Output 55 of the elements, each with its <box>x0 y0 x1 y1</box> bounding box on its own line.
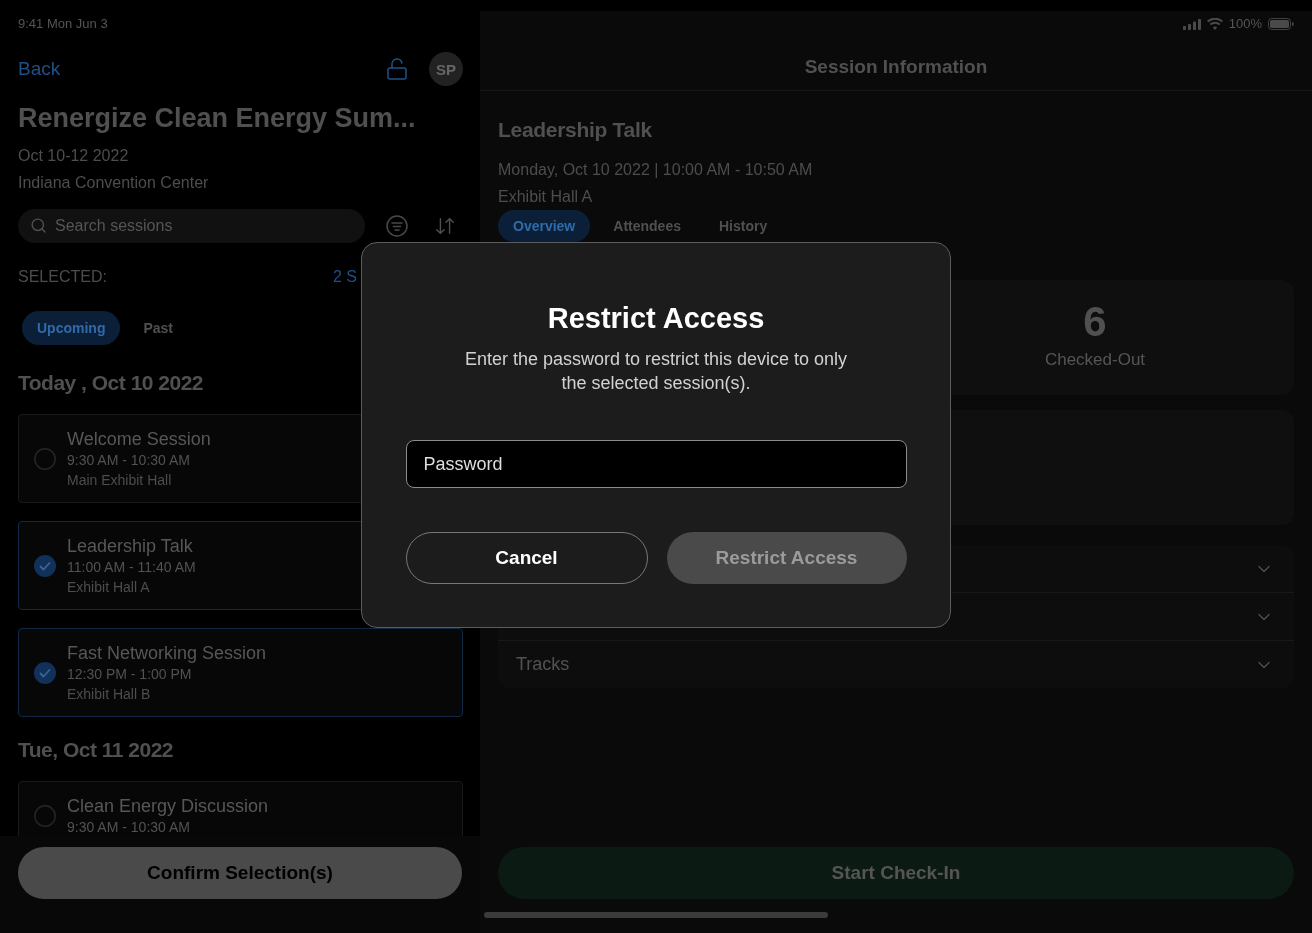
selection-checkbox[interactable] <box>34 447 56 470</box>
tab[interactable]: History <box>703 210 783 242</box>
sort-button[interactable] <box>434 215 456 237</box>
unlocked-padlock-icon[interactable] <box>385 57 409 81</box>
session-heading: Leadership Talk <box>498 117 652 143</box>
tab[interactable]: Attendees <box>598 210 696 242</box>
session-schedule: Monday, Oct 10 2022 | 10:00 AM - 10:50 AM <box>498 160 813 180</box>
back-link[interactable]: Back <box>18 57 61 81</box>
stat-label: Checked-Out <box>1044 349 1146 371</box>
session-card[interactable]: Clean Energy Discussion 9:30 AM - 10:30 AM <box>18 781 463 836</box>
selection-checkbox[interactable] <box>34 554 56 577</box>
session-time: 11:00 AM - 11:40 AM <box>67 558 196 576</box>
wifi-icon <box>1206 18 1223 30</box>
session-card[interactable]: Fast Networking Session 12:30 PM - 1:00 PM Exhibit Hall B <box>18 628 463 717</box>
dialog-title: Restrict Access <box>547 301 765 335</box>
sort-arrows-icon <box>434 215 456 237</box>
session-title: Leadership Talk <box>67 535 193 557</box>
stat-value: 6 <box>1083 298 1107 346</box>
session-location: Main Exhibit Hall <box>67 471 172 489</box>
session-title: Fast Networking Session <box>67 642 267 664</box>
session-title: Welcome Session <box>67 428 211 450</box>
session-title: Clean Energy Discussion <box>67 795 269 817</box>
filter-button[interactable] <box>386 215 408 237</box>
session-location: Exhibit Hall A <box>67 578 150 596</box>
event-title: Renergize Clean Energy Sum... <box>18 102 416 135</box>
selected-count: 2 S <box>333 267 357 287</box>
status-time: 9:41 Mon Jun 3 <box>18 16 108 32</box>
selected-label: SELECTED: <box>18 267 107 287</box>
event-venue: Indiana Convention Center <box>18 173 209 193</box>
session-time: 9:30 AM - 10:30 AM <box>67 451 190 469</box>
session-time: 12:30 PM - 1:00 PM <box>67 665 192 683</box>
dialog-message: Enter the password to restrict this device to only the selected session(s). <box>463 348 849 395</box>
day-heading: Today , Oct 10 2022 <box>18 370 204 396</box>
confirm-button[interactable]: Confirm Selection(s) <box>18 847 462 899</box>
start-check-in-button[interactable]: Start Check-In <box>498 847 1294 899</box>
battery-icon <box>1268 18 1294 30</box>
selection-checkbox[interactable] <box>34 661 56 684</box>
panel-title: Session Information <box>804 55 988 78</box>
filter-tab[interactable]: Upcoming <box>22 311 121 345</box>
signal-icon <box>1182 18 1201 30</box>
session-time: 9:30 AM - 10:30 AM <box>67 818 190 836</box>
section-label[interactable]: Tracks <box>516 654 570 675</box>
filter-tab[interactable]: Past <box>128 311 189 345</box>
search-field[interactable]: Search sessions <box>18 209 365 243</box>
filter-icon <box>386 215 408 237</box>
day-heading: Tue, Oct 11 2022 <box>18 737 174 763</box>
search-icon <box>30 217 47 234</box>
event-dates: Oct 10-12 2022 <box>18 146 129 166</box>
session-room: Exhibit Hall A <box>498 187 593 207</box>
selection-checkbox[interactable] <box>34 804 56 827</box>
tab[interactable]: Overview <box>498 210 591 242</box>
avatar[interactable]: SP <box>429 52 463 86</box>
battery-percent: 100% <box>1228 16 1262 32</box>
password-field[interactable]: Password <box>405 440 907 488</box>
session-location: Exhibit Hall B <box>67 685 151 703</box>
